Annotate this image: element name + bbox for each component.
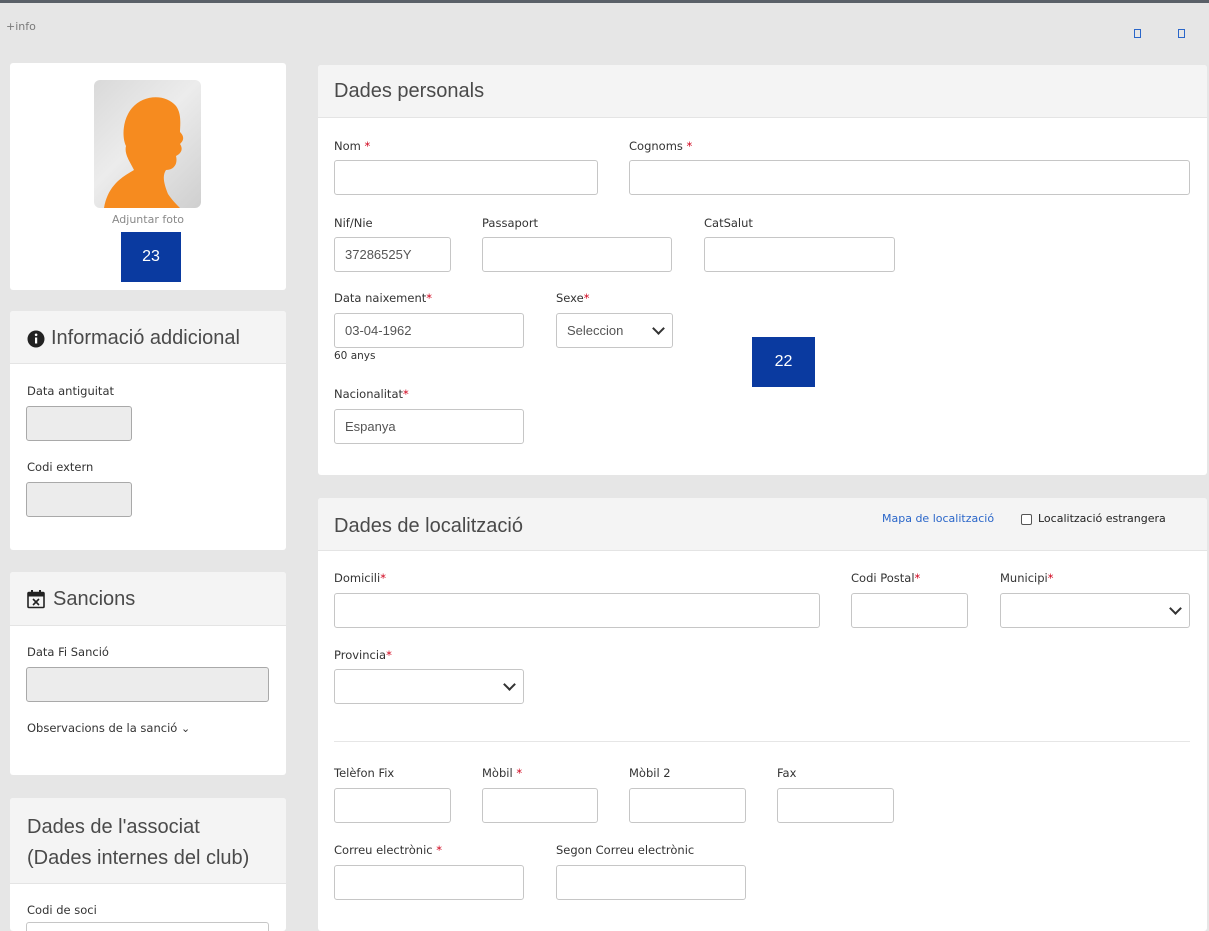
sanction-end-date-label: Data Fi Sanció (27, 645, 109, 659)
location-card: Dades de localització Mapa de localitzac… (318, 498, 1207, 931)
birth-date-field[interactable]: 03-04-1962 (334, 313, 524, 348)
sanction-end-date-field[interactable] (26, 667, 269, 702)
location-title: Dades de localització (334, 515, 523, 537)
window-icon[interactable] (1178, 29, 1185, 38)
foreign-location-checkbox[interactable] (1021, 514, 1032, 525)
sanctions-card: Sancions Data Fi Sanció Observacions de … (10, 572, 286, 775)
sex-select-value: Seleccion (567, 323, 624, 338)
passport-field[interactable] (482, 237, 672, 272)
birth-date-label: Data naixement* (334, 291, 432, 305)
location-map-link[interactable]: Mapa de localització (882, 512, 994, 525)
catsalut-field[interactable] (704, 237, 895, 272)
name-field[interactable] (334, 160, 598, 195)
email-field[interactable] (334, 865, 524, 900)
personal-data-header: Dades personals (318, 65, 1207, 118)
mobile2-field[interactable] (629, 788, 746, 823)
town-label: Municipi* (1000, 571, 1054, 585)
email2-field[interactable] (556, 865, 746, 900)
avatar[interactable] (94, 80, 201, 208)
badge-23: 23 (121, 232, 181, 282)
age-text: 60 anys (334, 350, 376, 362)
chevron-down-icon (652, 322, 665, 335)
email-label: Correu electrònic * (334, 843, 442, 857)
location-header: Dades de localització Mapa de localitzac… (318, 498, 1207, 551)
phone-field[interactable] (334, 788, 451, 823)
sex-label: Sexe* (556, 291, 590, 305)
postal-code-field[interactable] (851, 593, 968, 628)
fax-label: Fax (777, 766, 797, 780)
passport-label: Passaport (482, 216, 539, 230)
sanction-observations-toggle[interactable]: Observacions de la sanció ⌄ (27, 721, 190, 735)
town-select[interactable] (1000, 593, 1190, 628)
personal-data-card: Dades personals Nom * Cognoms * Nif/Nie … (318, 65, 1207, 475)
postal-code-label: Codi Postal* (851, 571, 921, 585)
section-divider (334, 741, 1190, 742)
phone-label: Telèfon Fix (334, 766, 395, 780)
additional-info-title: Informació addicional (51, 327, 240, 349)
chevron-down-icon (1169, 602, 1182, 615)
chevron-down-icon (503, 678, 516, 691)
person-silhouette-icon (104, 97, 184, 208)
seniority-field[interactable] (26, 406, 132, 441)
additional-info-header: Informació addicional (10, 311, 286, 364)
associate-card: Dades de l'associat (Dades internes del … (10, 798, 286, 931)
province-select[interactable] (334, 669, 524, 704)
catsalut-label: CatSalut (704, 216, 753, 230)
calendar-x-icon (27, 590, 45, 609)
additional-info-card: Informació addicional Data antiguitat Co… (10, 311, 286, 550)
nif-label: Nif/Nie (334, 216, 373, 230)
top-border (0, 0, 1209, 3)
email2-label: Segon Correu electrònic (556, 843, 695, 857)
mobile-field[interactable] (482, 788, 598, 823)
mobile2-label: Mòbil 2 (629, 766, 671, 780)
associate-header: Dades de l'associat (Dades internes del … (10, 798, 286, 884)
surname-label: Cognoms * (629, 139, 693, 153)
photo-card: Adjuntar foto 23 (10, 63, 286, 290)
attach-photo-link[interactable]: Adjuntar foto (10, 213, 286, 226)
address-field[interactable] (334, 593, 820, 628)
chevron-down-icon: ⌄ (180, 722, 191, 735)
sanctions-title: Sancions (53, 588, 136, 610)
seniority-label: Data antiguitat (27, 384, 115, 398)
nif-field[interactable]: 37286525Y (334, 237, 451, 272)
province-label: Provincia* (334, 648, 392, 662)
personal-data-title: Dades personals (334, 80, 485, 102)
mobile-label: Mòbil * (482, 766, 523, 780)
name-label: Nom * (334, 139, 371, 153)
external-code-label: Codi extern (27, 460, 94, 474)
sex-select[interactable]: Seleccion (556, 313, 673, 348)
sanctions-header: Sancions (10, 572, 286, 626)
info-circle-icon (27, 330, 45, 348)
badge-22: 22 (752, 337, 815, 387)
foreign-location-label: Localització estrangera (1038, 512, 1166, 525)
nationality-label: Nacionalitat* (334, 387, 409, 401)
sanction-observations-label: Observacions de la sanció (27, 721, 178, 735)
surname-field[interactable] (629, 160, 1190, 195)
address-label: Domicili* (334, 571, 386, 585)
associate-title-line2: (Dades internes del club) (27, 847, 250, 869)
window-icon[interactable] (1134, 29, 1141, 38)
associate-title-line1: Dades de l'associat (27, 816, 200, 838)
info-link[interactable]: +info (6, 20, 36, 33)
nationality-field[interactable]: Espanya (334, 409, 524, 444)
fax-field[interactable] (777, 788, 894, 823)
member-code-label: Codi de soci (27, 903, 97, 917)
member-code-field[interactable] (26, 922, 269, 931)
associate-title: Dades de l'associat (Dades internes del … (27, 812, 249, 874)
external-code-field[interactable] (26, 482, 132, 517)
